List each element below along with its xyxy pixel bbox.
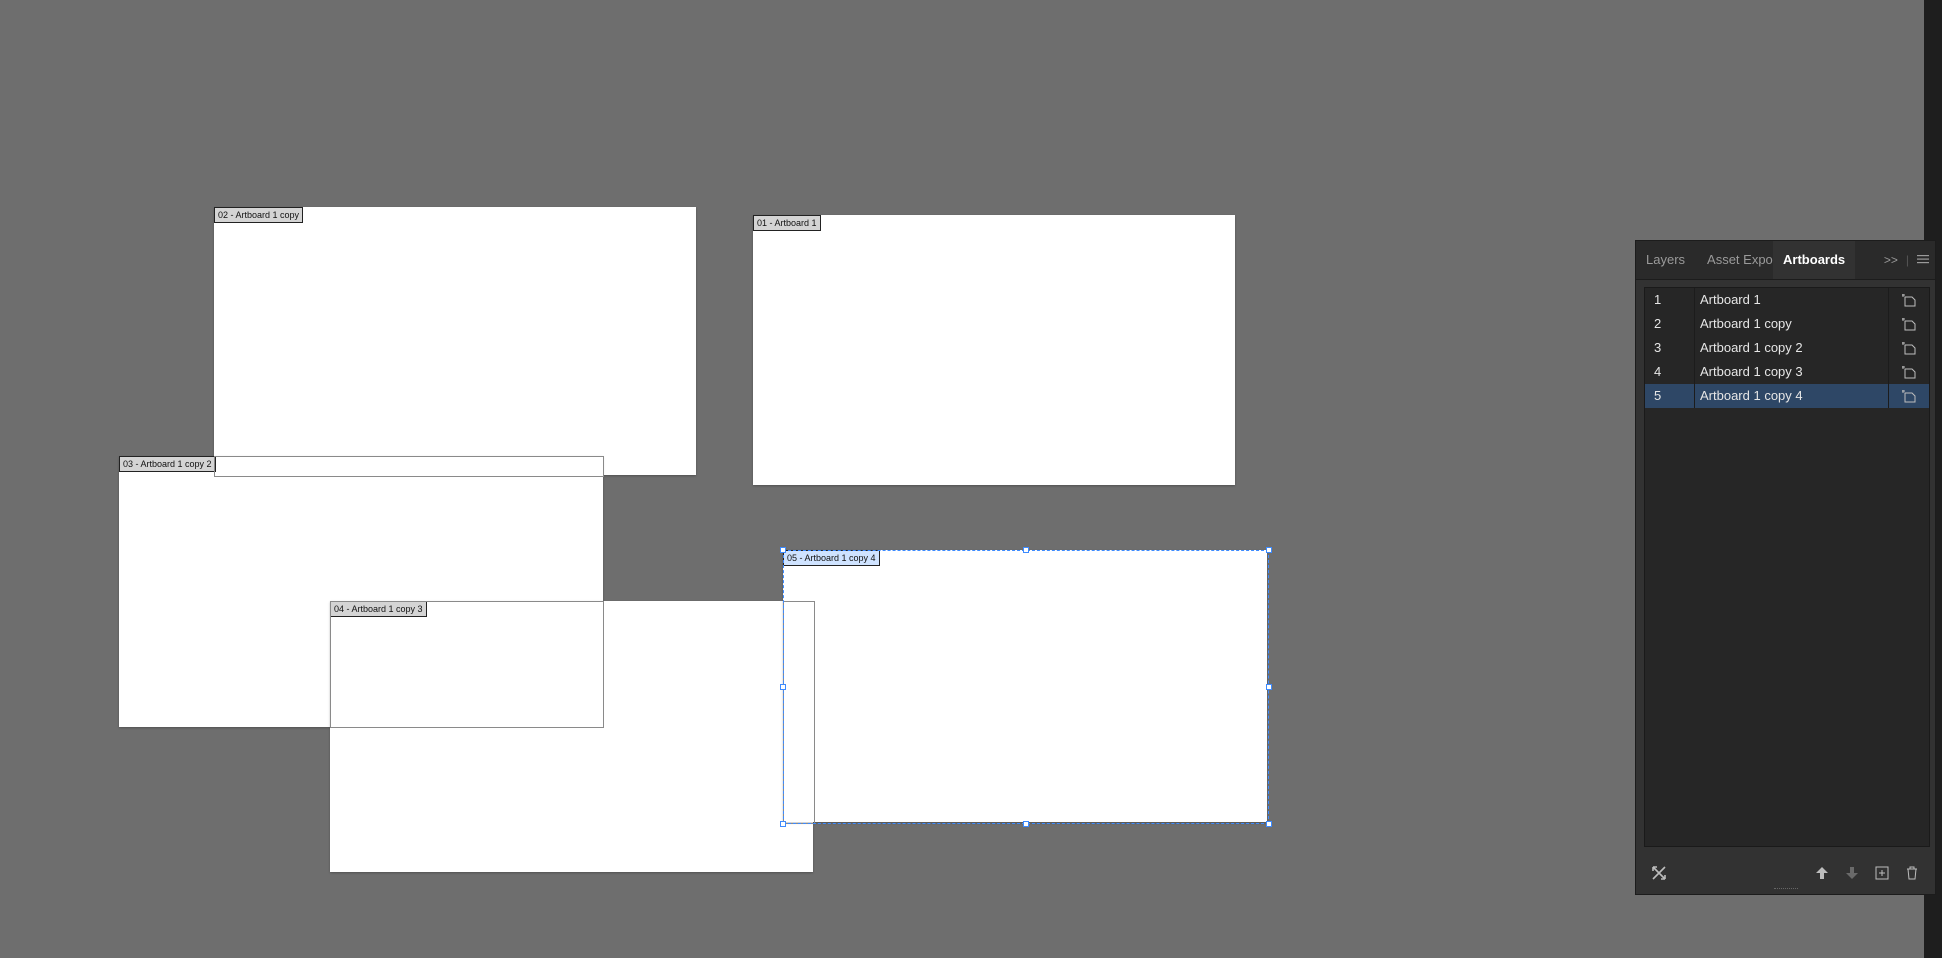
- artboard-number: 5: [1645, 384, 1695, 408]
- rearrange-icon[interactable]: [1644, 861, 1674, 885]
- artboard-options-icon[interactable]: [1889, 336, 1929, 360]
- artboard-label-05[interactable]: 05 - Artboard 1 copy 4: [783, 550, 880, 566]
- panel-menu-icon[interactable]: [1917, 253, 1929, 267]
- artboard-number: 4: [1645, 360, 1695, 384]
- tab-asset-export[interactable]: Asset Expo: [1695, 241, 1773, 279]
- move-up-icon[interactable]: [1807, 861, 1837, 885]
- panel-tab-bar: Layers Asset Expo Artboards >> |: [1636, 241, 1935, 280]
- artboard-05[interactable]: 05 - Artboard 1 copy 4: [783, 550, 1267, 822]
- artboard-02-overlap-outline: [214, 456, 604, 477]
- artboard-options-icon[interactable]: [1889, 360, 1929, 384]
- artboards-panel: Layers Asset Expo Artboards >> | 1 Artbo…: [1635, 240, 1936, 895]
- artboard-number: 3: [1645, 336, 1695, 360]
- panel-footer: [1644, 861, 1927, 885]
- artboard-name[interactable]: Artboard 1 copy 3: [1695, 360, 1889, 384]
- artboard-name[interactable]: Artboard 1 copy 4: [1695, 384, 1889, 408]
- artboard-02[interactable]: 02 - Artboard 1 copy: [214, 207, 696, 475]
- artboard-name[interactable]: Artboard 1: [1695, 288, 1889, 312]
- move-down-icon[interactable]: [1837, 861, 1867, 885]
- artboard-label-01[interactable]: 01 - Artboard 1: [753, 215, 821, 231]
- artboard-number: 2: [1645, 312, 1695, 336]
- list-item[interactable]: 2 Artboard 1 copy: [1645, 312, 1929, 336]
- list-item[interactable]: 1 Artboard 1: [1645, 288, 1929, 312]
- artboard-options-icon[interactable]: [1889, 312, 1929, 336]
- separator: |: [1905, 253, 1909, 267]
- tab-layers[interactable]: Layers: [1636, 241, 1695, 279]
- artboard-03-overlap-outline: [330, 601, 604, 728]
- artboard-options-icon[interactable]: [1889, 288, 1929, 312]
- artboard-label-02[interactable]: 02 - Artboard 1 copy: [214, 207, 304, 223]
- artboard-01[interactable]: 01 - Artboard 1: [753, 215, 1235, 485]
- list-item[interactable]: 3 Artboard 1 copy 2: [1645, 336, 1929, 360]
- panel-header-icons: >> |: [1884, 241, 1929, 279]
- artboard-number: 1: [1645, 288, 1695, 312]
- list-item-selected[interactable]: 5 Artboard 1 copy 4: [1645, 384, 1929, 408]
- artboard-label-03[interactable]: 03 - Artboard 1 copy 2: [119, 456, 216, 472]
- new-artboard-icon[interactable]: [1867, 861, 1897, 885]
- artboard-04-overlap-outline: [783, 601, 815, 824]
- list-item[interactable]: 4 Artboard 1 copy 3: [1645, 360, 1929, 384]
- artboard-list: 1 Artboard 1 2 Artboard 1 copy 3 Artboar…: [1644, 287, 1930, 847]
- collapse-panel-icon[interactable]: >>: [1884, 253, 1898, 267]
- panel-resize-grip[interactable]: [1774, 888, 1798, 892]
- artboard-options-icon[interactable]: [1889, 384, 1929, 408]
- artboard-name[interactable]: Artboard 1 copy: [1695, 312, 1889, 336]
- artboard-name[interactable]: Artboard 1 copy 2: [1695, 336, 1889, 360]
- delete-icon[interactable]: [1897, 861, 1927, 885]
- tab-artboards[interactable]: Artboards: [1773, 241, 1856, 279]
